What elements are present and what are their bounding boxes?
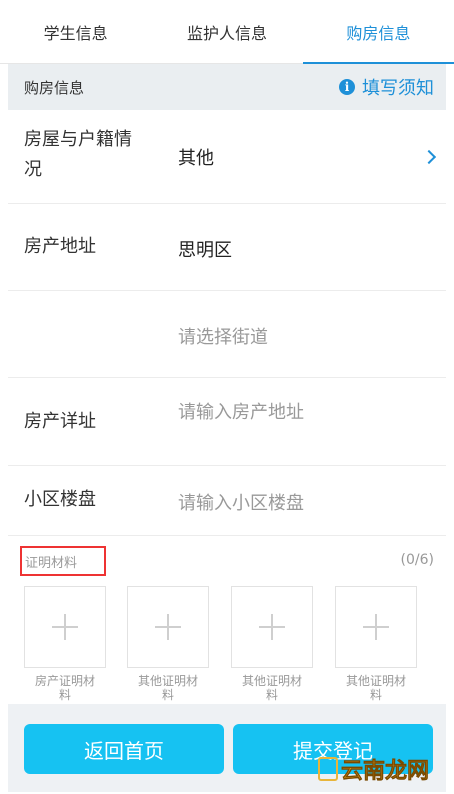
proof-materials-section: 证明材料 (0/6) 房产证明材料 其他证明材料 其他证明材料 其他证明材料	[8, 538, 446, 704]
community-row: 小区楼盘 请输入小区楼盘	[8, 466, 446, 536]
tab-guardian-info[interactable]: 监护人信息	[151, 0, 302, 63]
community-label: 小区楼盘	[24, 489, 96, 510]
upload-tile-other-proof-1[interactable]	[127, 586, 209, 668]
community-input[interactable]: 请输入小区楼盘	[178, 489, 304, 515]
property-detail-row: 房产详址 请输入房产地址	[8, 378, 446, 466]
upload-tile-other-proof-2[interactable]	[231, 586, 313, 668]
property-address-row[interactable]: 房产地址 思明区	[8, 204, 446, 291]
property-detail-label: 房产详址	[24, 411, 96, 432]
watermark-text: 云南龙网	[341, 759, 430, 785]
household-status-row[interactable]: 房屋与户籍情况 其他	[8, 110, 446, 204]
plus-icon	[155, 614, 181, 640]
plus-icon	[363, 614, 389, 640]
upload-tile-label: 其他证明材料	[137, 674, 198, 702]
property-detail-input[interactable]: 请输入房产地址	[178, 398, 304, 424]
street-select[interactable]: 请选择街道	[178, 323, 268, 349]
fill-notice-link[interactable]: i 填写须知	[339, 74, 434, 100]
tab-house-purchase-info[interactable]: 购房信息	[302, 0, 454, 64]
upload-tile-label: 其他证明材料	[345, 674, 406, 702]
upload-tile-other-proof-3[interactable]	[335, 586, 417, 668]
upload-tile-label: 其他证明材料	[241, 674, 302, 702]
house-form: 房屋与户籍情况 其他 房产地址 思明区 请选择街道 房产详址 请输入房产地址 小…	[8, 110, 446, 536]
household-status-label: 房屋与户籍情况	[24, 129, 132, 180]
site-watermark: 云南龙网	[318, 748, 448, 790]
plus-icon	[259, 614, 285, 640]
property-address-label: 房产地址	[24, 236, 96, 257]
plus-icon	[52, 614, 78, 640]
info-icon: i	[339, 79, 355, 95]
tab-student-info[interactable]: 学生信息	[0, 0, 151, 63]
back-home-button[interactable]: 返回首页	[24, 724, 224, 774]
street-row[interactable]: 请选择街道	[8, 291, 446, 378]
section-title: 购房信息	[24, 78, 85, 97]
district-select[interactable]: 思明区	[178, 236, 232, 262]
upload-tile-label: 房产证明材料	[34, 674, 95, 702]
watermark-logo-icon	[318, 757, 338, 781]
fill-notice-label: 填写须知	[362, 78, 434, 99]
tab-bar: 学生信息 监护人信息 购房信息	[0, 0, 454, 64]
upload-count: (0/6)	[400, 552, 434, 568]
section-header: 购房信息 i 填写须知	[8, 64, 446, 110]
upload-tile-property-proof[interactable]	[24, 586, 106, 668]
household-status-value: 其他	[178, 148, 214, 169]
chevron-right-icon[interactable]	[421, 149, 437, 165]
proof-materials-title: 证明材料	[20, 546, 106, 576]
